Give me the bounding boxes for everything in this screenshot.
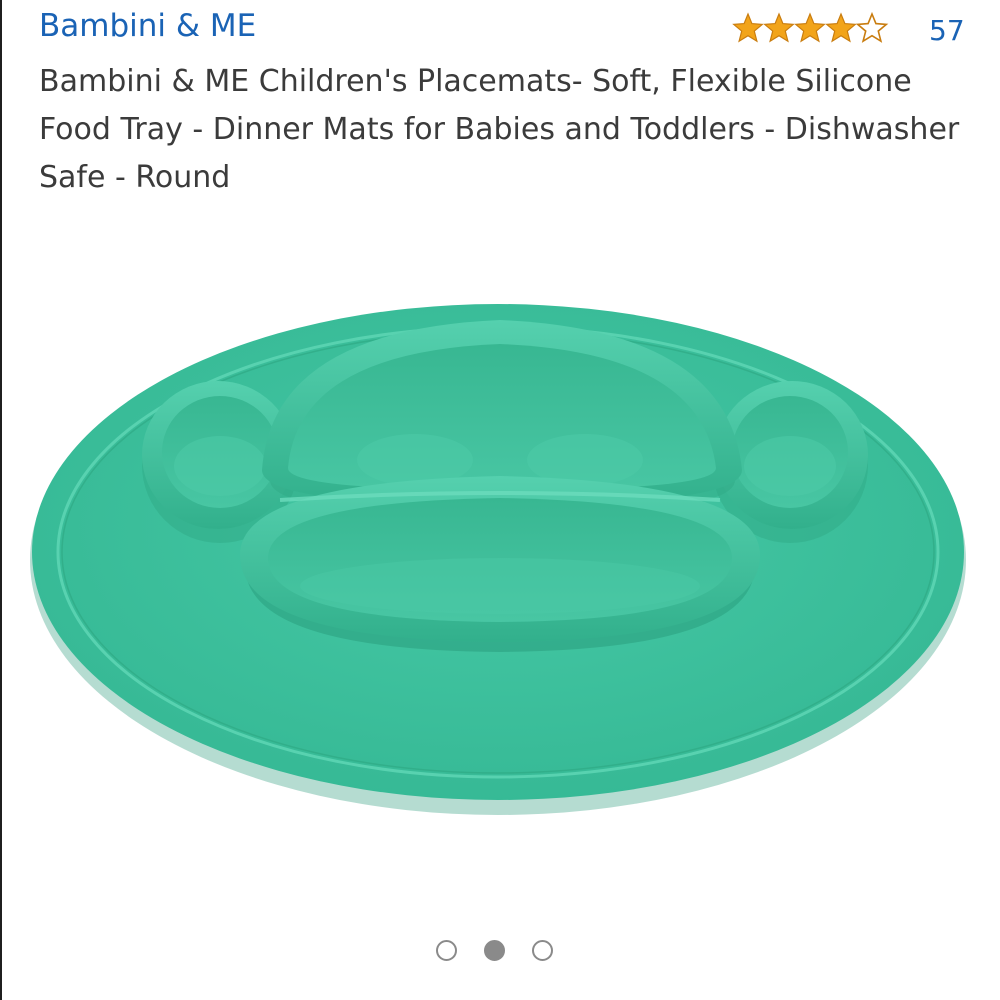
star-3-icon (795, 13, 825, 42)
silicone-placemat-image (30, 304, 966, 815)
stars-icon (733, 13, 888, 43)
carousel-dot-3[interactable] (532, 940, 553, 961)
product-image[interactable] (30, 290, 980, 830)
star-1-icon (733, 13, 763, 42)
carousel-dot-1[interactable] (436, 940, 457, 961)
review-count-link[interactable]: 57 (929, 14, 965, 47)
star-4-icon (826, 13, 856, 42)
star-5-empty-icon (856, 13, 888, 43)
star-2-icon (764, 13, 794, 42)
brand-link[interactable]: Bambini & ME (39, 8, 256, 44)
left-edge-border (0, 0, 2, 1000)
star-rating[interactable] (732, 11, 892, 45)
product-title: Bambini & ME Children's Placemats- Soft,… (39, 64, 960, 195)
carousel-dot-2-active[interactable] (484, 940, 505, 961)
carousel-dots (436, 940, 553, 961)
